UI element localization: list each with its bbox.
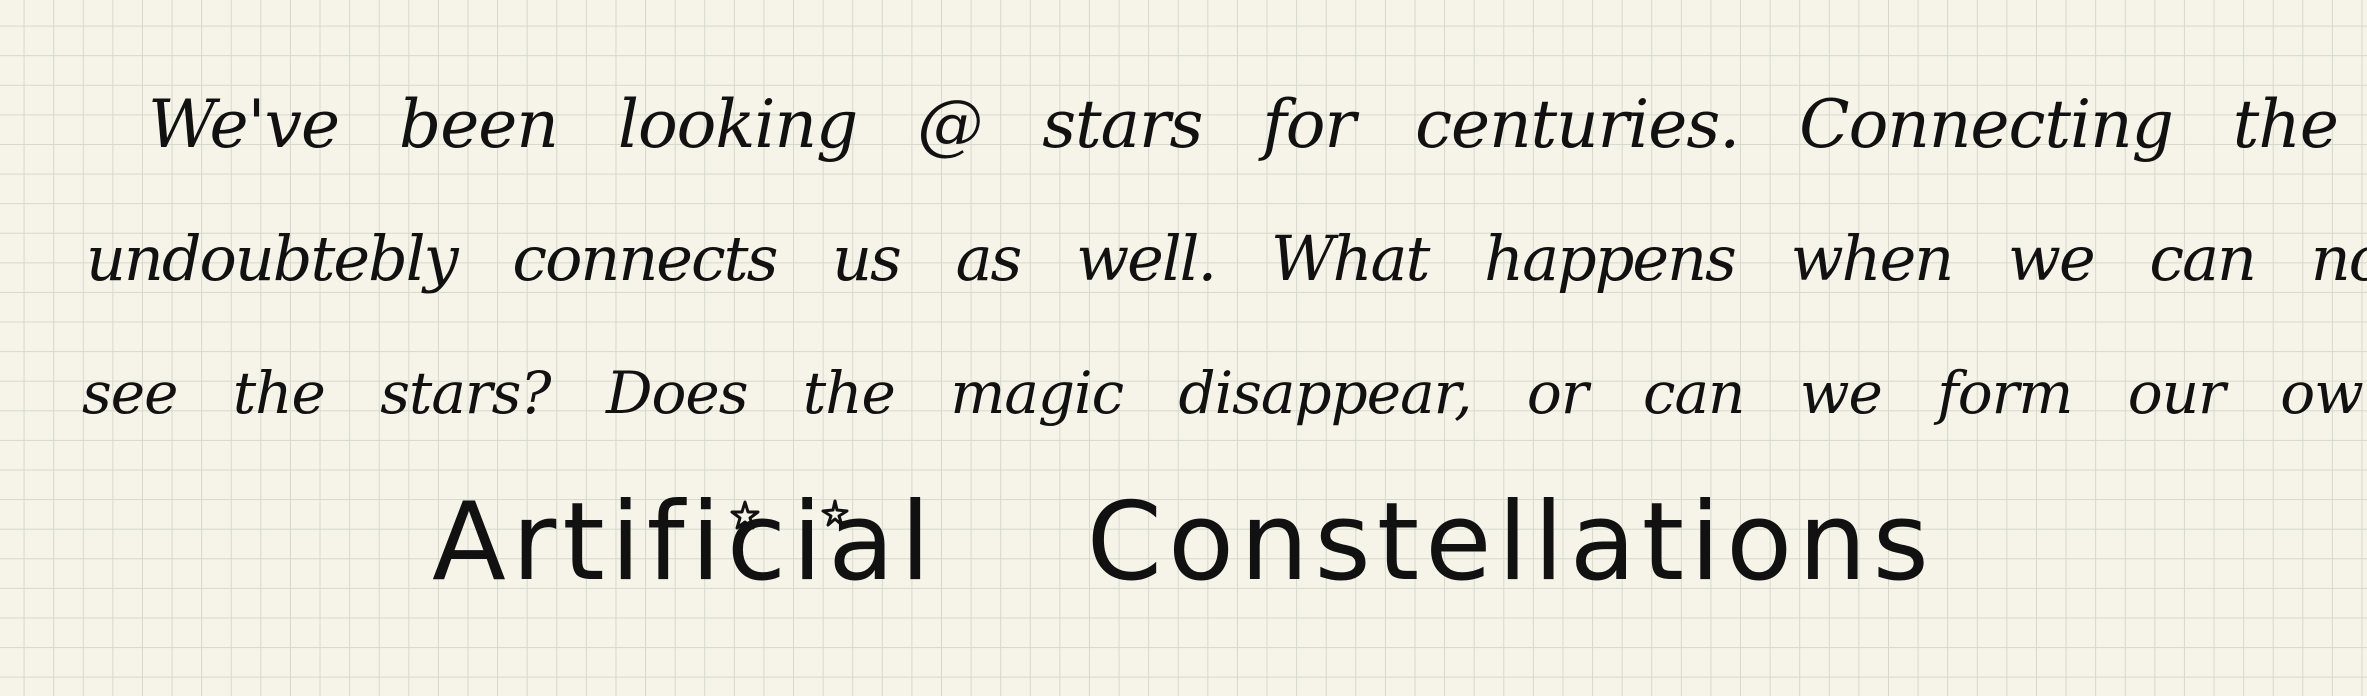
star-doodle-icon <box>821 499 849 527</box>
note-line-3: see the stars? Does the magic disappear,… <box>82 359 2367 427</box>
note-line-1: We've been looking @ stars for centuries… <box>148 86 2367 163</box>
grid-paper-note: We've been looking @ stars for centuries… <box>0 0 2367 696</box>
note-line-2: undoubtebly connects us as well. What ha… <box>86 222 2367 295</box>
note-title: Artificial Constellations <box>432 480 1935 605</box>
star-doodle-icon <box>730 500 760 530</box>
